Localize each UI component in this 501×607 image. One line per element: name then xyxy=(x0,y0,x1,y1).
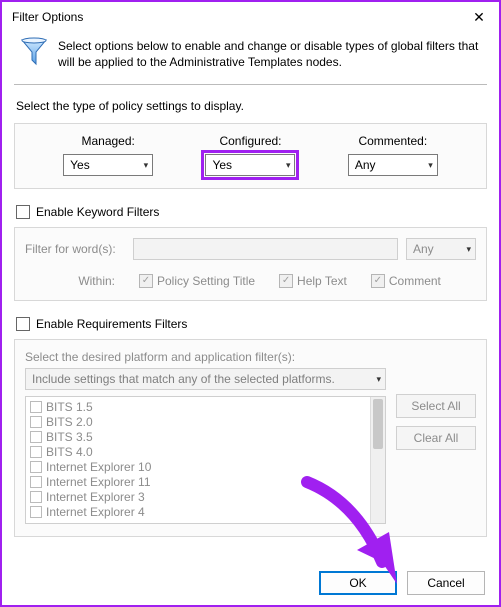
configured-value: Yes xyxy=(212,158,232,172)
managed-value: Yes xyxy=(70,158,90,172)
divider xyxy=(14,84,487,85)
requirements-mode-select: Include settings that match any of the s… xyxy=(25,368,386,390)
checkbox-icon xyxy=(30,416,42,428)
commented-label: Commented: xyxy=(358,134,427,148)
dialog-footer: OK Cancel xyxy=(319,571,485,595)
chevron-down-icon: ▾ xyxy=(428,160,433,171)
list-item: Internet Explorer 11 xyxy=(28,474,383,489)
cb-policy-title-label: Policy Setting Title xyxy=(157,274,255,288)
filter-word-input xyxy=(133,238,398,260)
chevron-down-icon: ▾ xyxy=(144,160,149,171)
enable-requirements-checkbox[interactable] xyxy=(16,317,30,331)
list-item: Internet Explorer 10 xyxy=(28,459,383,474)
list-item-label: BITS 2.0 xyxy=(46,415,93,429)
keyword-panel: Filter for word(s): Any ▾ Within: Policy… xyxy=(14,227,487,301)
list-item-label: BITS 3.5 xyxy=(46,430,93,444)
list-item: BITS 1.5 xyxy=(28,399,383,414)
intro-text: Select options below to enable and chang… xyxy=(58,38,483,70)
match-select: Any ▾ xyxy=(406,238,476,260)
list-item: BITS 2.0 xyxy=(28,414,383,429)
checkbox-icon xyxy=(30,506,42,518)
list-item: Internet Explorer 4 xyxy=(28,504,383,519)
close-icon: ✕ xyxy=(473,9,485,26)
checkbox-icon xyxy=(30,401,42,413)
cb-comment: Comment xyxy=(371,274,441,288)
list-item-label: Internet Explorer 4 xyxy=(46,505,145,519)
intro-row: Select options below to enable and chang… xyxy=(14,32,487,78)
platform-listbox: BITS 1.5BITS 2.0BITS 3.5BITS 4.0Internet… xyxy=(25,396,386,524)
select-all-button: Select All xyxy=(396,394,476,418)
window-title: Filter Options xyxy=(12,10,83,24)
enable-keyword-checkbox[interactable] xyxy=(16,205,30,219)
policy-heading: Select the type of policy settings to di… xyxy=(16,99,485,113)
list-item: BITS 4.0 xyxy=(28,444,383,459)
cb-comment-label: Comment xyxy=(389,274,441,288)
requirements-desc: Select the desired platform and applicat… xyxy=(25,350,476,364)
checkbox-icon xyxy=(30,476,42,488)
checkbox-icon xyxy=(30,491,42,503)
checkbox-icon xyxy=(30,461,42,473)
commented-select[interactable]: Any ▾ xyxy=(348,154,438,176)
titlebar: Filter Options ✕ xyxy=(2,2,499,32)
checkbox-icon xyxy=(139,274,153,288)
policy-panel: Managed: Yes ▾ Configured: Yes ▾ Comment… xyxy=(14,123,487,189)
cancel-button[interactable]: Cancel xyxy=(407,571,485,595)
close-button[interactable]: ✕ xyxy=(459,3,499,31)
requirements-panel: Select the desired platform and applicat… xyxy=(14,339,487,537)
managed-select[interactable]: Yes ▾ xyxy=(63,154,153,176)
checkbox-icon xyxy=(371,274,385,288)
commented-value: Any xyxy=(355,158,376,172)
ok-button[interactable]: OK xyxy=(319,571,397,595)
enable-requirements-label: Enable Requirements Filters xyxy=(36,317,187,331)
chevron-down-icon: ▾ xyxy=(466,244,471,255)
list-item-label: Internet Explorer 11 xyxy=(46,475,151,489)
scrollbar xyxy=(370,397,385,523)
checkbox-icon xyxy=(30,446,42,458)
list-item-label: BITS 1.5 xyxy=(46,400,93,414)
cb-help-text: Help Text xyxy=(279,274,347,288)
checkbox-icon xyxy=(30,431,42,443)
scrollbar-thumb xyxy=(373,399,383,449)
match-value: Any xyxy=(413,242,434,256)
list-item-label: BITS 4.0 xyxy=(46,445,93,459)
list-item-label: Internet Explorer 3 xyxy=(46,490,145,504)
cb-policy-title: Policy Setting Title xyxy=(139,274,255,288)
within-label: Within: xyxy=(65,274,115,288)
clear-all-button: Clear All xyxy=(396,426,476,450)
configured-select[interactable]: Yes ▾ xyxy=(205,154,295,176)
enable-keyword-row[interactable]: Enable Keyword Filters xyxy=(16,205,485,219)
enable-requirements-row[interactable]: Enable Requirements Filters xyxy=(16,317,485,331)
chevron-down-icon: ▾ xyxy=(286,160,291,171)
enable-keyword-label: Enable Keyword Filters xyxy=(36,205,159,219)
checkbox-icon xyxy=(279,274,293,288)
chevron-down-icon: ▾ xyxy=(376,374,381,385)
filter-word-label: Filter for word(s): xyxy=(25,242,125,256)
configured-label: Configured: xyxy=(219,134,281,148)
funnel-icon xyxy=(18,36,50,68)
requirements-mode-value: Include settings that match any of the s… xyxy=(32,372,335,386)
managed-label: Managed: xyxy=(81,134,134,148)
list-item-label: Internet Explorer 10 xyxy=(46,460,151,474)
cb-help-text-label: Help Text xyxy=(297,274,347,288)
list-item: Internet Explorer 3 xyxy=(28,489,383,504)
list-item: BITS 3.5 xyxy=(28,429,383,444)
